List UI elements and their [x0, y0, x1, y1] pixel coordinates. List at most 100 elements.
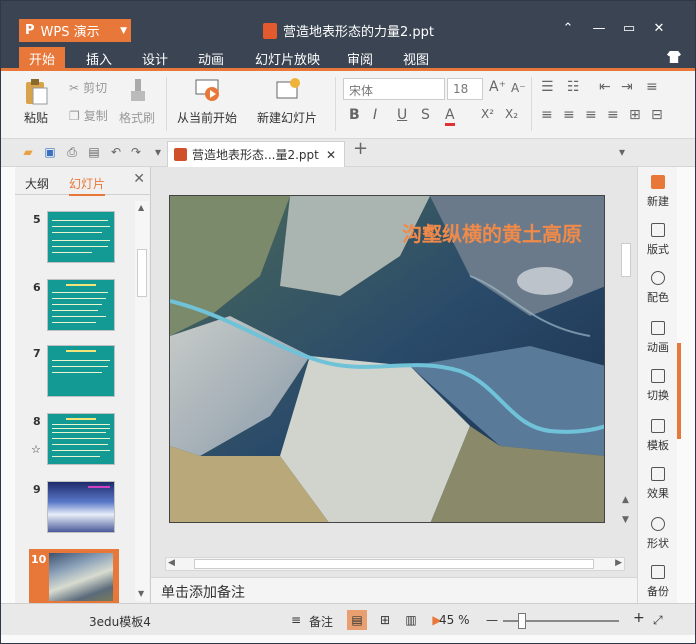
sidebar-item-effect[interactable]: 效果: [638, 467, 678, 501]
sidebar-item-backup[interactable]: 备份: [638, 565, 678, 599]
font-name-select[interactable]: 宋体: [343, 78, 445, 100]
maximize-button[interactable]: ▭: [619, 21, 639, 36]
scroll-down-icon[interactable]: ▼: [622, 515, 629, 525]
notes-toggle-label[interactable]: 备注: [309, 613, 333, 630]
sidebar-item-animation[interactable]: 动画: [638, 321, 678, 355]
sidebar-item-template[interactable]: 模板: [638, 419, 678, 453]
slide-thumbnail-5[interactable]: [47, 211, 115, 263]
app-menu-button[interactable]: P WPS 演示 ▼: [19, 19, 131, 42]
sidebar-collapse-handle[interactable]: [677, 343, 681, 439]
canvas-horizontal-scrollbar[interactable]: ◀ ▶: [165, 557, 625, 571]
justify-icon[interactable]: ≡: [607, 107, 619, 123]
print-icon[interactable]: ⎙: [65, 145, 79, 159]
line-spacing-icon[interactable]: ≡: [646, 79, 658, 95]
help-icon[interactable]: ⌃: [558, 21, 578, 36]
redo-icon[interactable]: ↷: [129, 145, 143, 159]
slide-thumbnail-6[interactable]: [47, 279, 115, 331]
tab-design[interactable]: 设计: [132, 47, 178, 71]
font-size-select[interactable]: 18: [447, 78, 483, 100]
slide-thumbnail-8[interactable]: [47, 413, 115, 465]
notes-area[interactable]: 单击添加备注: [151, 577, 637, 603]
tab-outline[interactable]: 大纲: [25, 175, 49, 192]
slides-panel-tabs: 大纲 幻灯片 ✕: [15, 167, 151, 196]
close-panel-icon[interactable]: ✕: [133, 171, 145, 187]
close-button[interactable]: ✕: [649, 21, 669, 36]
italic-icon[interactable]: I: [373, 107, 377, 123]
notes-toggle-icon[interactable]: ≡: [291, 613, 301, 627]
subscript-icon[interactable]: X₂: [505, 107, 518, 121]
sidebar-item-transition[interactable]: 切换: [638, 369, 678, 403]
save-icon[interactable]: ▣: [43, 145, 57, 159]
sidebar-item-new[interactable]: 新建: [638, 175, 678, 209]
grow-font-icon[interactable]: A⁺: [489, 79, 506, 95]
cut-button[interactable]: ✂ 剪切: [69, 79, 107, 96]
font-color-icon[interactable]: A: [445, 107, 455, 126]
document-tab[interactable]: 营造地表形态...量2.ppt ✕: [167, 141, 345, 167]
scroll-up-icon[interactable]: ▲: [622, 495, 629, 505]
scrollbar-thumb[interactable]: [137, 249, 147, 297]
normal-view-button[interactable]: ▤: [347, 610, 367, 630]
zoom-in-button[interactable]: +: [633, 610, 645, 626]
distribute-icon[interactable]: ⊞: [629, 107, 641, 123]
tab-list-icon[interactable]: ▾: [615, 145, 629, 159]
undo-icon[interactable]: ↶: [109, 145, 123, 159]
open-folder-icon[interactable]: ▰: [21, 145, 35, 159]
slide-thumbnail-10[interactable]: [47, 551, 115, 603]
slide-thumbnail-9[interactable]: [47, 481, 115, 533]
bullet-list-icon[interactable]: ☰: [541, 79, 554, 95]
scroll-down-icon[interactable]: ▼: [138, 589, 144, 598]
indent-icon[interactable]: ⇥: [621, 79, 633, 95]
slide-sorter-button[interactable]: ⊞: [375, 610, 395, 630]
effect-icon: [651, 467, 665, 481]
scroll-right-icon[interactable]: ▶: [615, 558, 622, 568]
scrollbar-thumb[interactable]: [621, 243, 631, 277]
sidebar-item-label: 新建: [647, 195, 669, 208]
number-list-icon[interactable]: ☷: [567, 79, 580, 95]
zoom-out-button[interactable]: —: [486, 613, 498, 627]
reading-view-button[interactable]: ▥: [401, 610, 421, 630]
canvas-vertical-scrollbar[interactable]: ▲ ▼: [619, 195, 633, 545]
sidebar-item-shape[interactable]: 形状: [638, 517, 678, 551]
tab-home[interactable]: 开始: [19, 47, 66, 71]
superscript-icon[interactable]: X²: [481, 107, 494, 121]
new-tab-icon[interactable]: +: [353, 140, 368, 158]
sidebar-item-layout[interactable]: 版式: [638, 223, 678, 257]
skin-icon[interactable]: [667, 51, 681, 63]
tab-slideshow[interactable]: 幻灯片放映: [245, 47, 330, 71]
fit-window-icon[interactable]: ⤢: [653, 613, 663, 628]
customize-dropdown-icon[interactable]: ▾: [151, 145, 165, 159]
underline-icon[interactable]: U: [397, 107, 407, 123]
print-preview-icon[interactable]: ▤: [87, 145, 101, 159]
new-slide-button[interactable]: 新建幻灯片: [257, 77, 317, 126]
slide-title[interactable]: 沟壑纵横的黄土高原: [402, 218, 582, 247]
sidebar-item-color[interactable]: 配色: [638, 271, 678, 305]
outdent-icon[interactable]: ⇤: [599, 79, 611, 95]
text-direction-icon[interactable]: ⊟: [651, 107, 663, 123]
shrink-font-icon[interactable]: A⁻: [511, 81, 526, 95]
format-painter-button[interactable]: 格式刷: [119, 77, 155, 126]
zoom-slider-handle[interactable]: [518, 613, 526, 629]
close-tab-icon[interactable]: ✕: [326, 148, 336, 162]
tab-animation[interactable]: 动画: [188, 47, 234, 71]
align-right-icon[interactable]: ≡: [585, 107, 597, 123]
sidebar-item-label: 切换: [647, 389, 669, 402]
align-left-icon[interactable]: ≡: [541, 107, 553, 123]
paste-button[interactable]: 粘贴: [23, 77, 49, 126]
scroll-up-icon[interactable]: ▲: [138, 203, 144, 212]
tab-insert[interactable]: 插入: [76, 47, 122, 71]
copy-button[interactable]: ❐ 复制: [69, 107, 108, 124]
template-name: 3edu模板4: [89, 615, 151, 629]
shadow-icon[interactable]: S: [421, 107, 430, 123]
play-from-current-button[interactable]: 从当前开始: [177, 77, 237, 126]
slide-thumbnail-7[interactable]: [47, 345, 115, 397]
tab-review[interactable]: 审阅: [337, 47, 383, 71]
scroll-left-icon[interactable]: ◀: [168, 558, 175, 568]
tab-view[interactable]: 视图: [393, 47, 439, 71]
minimize-button[interactable]: —: [589, 21, 609, 36]
align-center-icon[interactable]: ≡: [563, 107, 575, 123]
tab-slides[interactable]: 幻灯片: [69, 175, 106, 196]
scrollbar-thumb[interactable]: [194, 559, 594, 569]
slides-panel-scrollbar[interactable]: ▲ ▼: [135, 201, 149, 601]
slide-current[interactable]: 沟壑纵横的黄土高原: [169, 195, 605, 523]
bold-icon[interactable]: B: [349, 107, 360, 123]
